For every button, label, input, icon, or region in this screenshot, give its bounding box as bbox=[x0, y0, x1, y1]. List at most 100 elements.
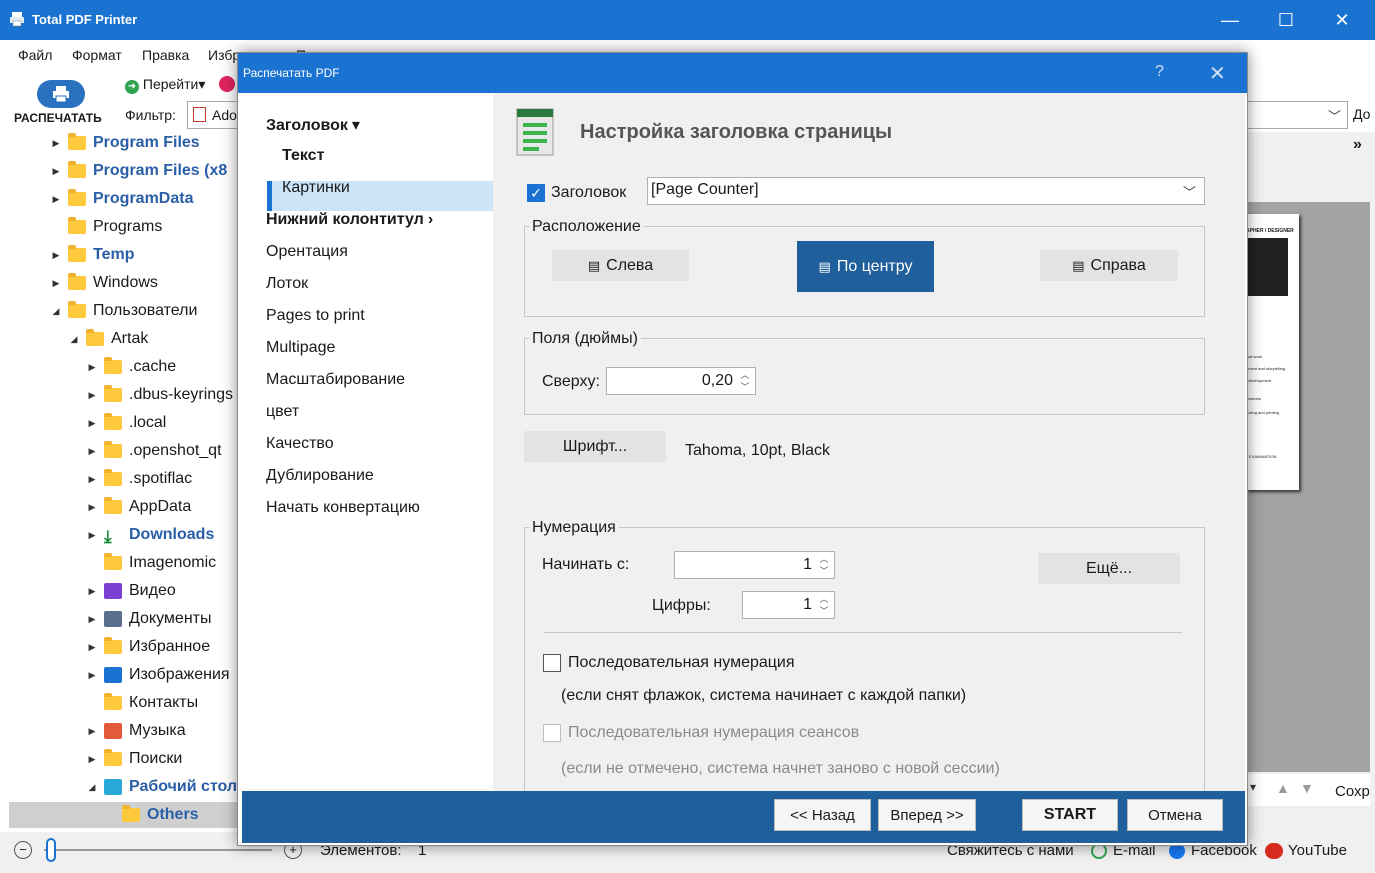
help-button[interactable]: ? bbox=[1155, 63, 1164, 81]
nav-item[interactable]: Pages to print bbox=[266, 307, 365, 325]
move-down-icon[interactable]: ▼ bbox=[1300, 780, 1314, 796]
nav-item[interactable]: Заголовок ▾ bbox=[266, 115, 360, 135]
back-button[interactable]: << Назад bbox=[774, 799, 871, 831]
right-combo[interactable]: ﹀ bbox=[1247, 101, 1348, 129]
tree-item[interactable]: ◢ Рабочий стол bbox=[0, 774, 237, 800]
expand-arrow-icon[interactable]: ▶ bbox=[86, 502, 98, 513]
zoom-out-icon[interactable]: − bbox=[14, 841, 32, 859]
nav-item[interactable]: Орентация bbox=[266, 243, 348, 261]
tree-item[interactable]: ◢ Artak bbox=[0, 326, 148, 352]
nav-item[interactable]: Масштабирование bbox=[266, 371, 405, 389]
tree-item[interactable]: ▶ Temp bbox=[0, 242, 134, 268]
align-center-button[interactable]: ▤ По центру bbox=[797, 241, 934, 292]
sequential-label[interactable]: Последовательная нумерация bbox=[568, 654, 795, 672]
expand-arrow-icon[interactable]: ▶ bbox=[86, 446, 98, 457]
more-button[interactable]: Ещё... bbox=[1038, 553, 1180, 584]
tree-item[interactable]: Programs bbox=[0, 214, 162, 240]
print-button[interactable] bbox=[37, 80, 85, 108]
align-right-button[interactable]: ▤ Справа bbox=[1040, 250, 1178, 281]
nav-item[interactable]: Multipage bbox=[266, 339, 335, 357]
expand-arrow-icon[interactable]: ▶ bbox=[86, 530, 98, 541]
expand-arrow-icon[interactable]: ▶ bbox=[86, 726, 98, 737]
start-button[interactable]: START bbox=[1022, 799, 1118, 831]
font-button[interactable]: Шрифт... bbox=[524, 431, 666, 462]
tree-item[interactable]: ▶ .dbus-keyrings bbox=[0, 382, 233, 408]
expanded-arrow-icon[interactable]: ◢ bbox=[86, 782, 98, 793]
tree-item[interactable]: ▶ .spotiflac bbox=[0, 466, 192, 492]
heart-icon[interactable] bbox=[219, 76, 235, 92]
start-from-spinner[interactable]: 1 ︿ ﹀ bbox=[674, 551, 835, 579]
nav-item[interactable]: Качество bbox=[266, 435, 334, 453]
dropdown-arrow-icon[interactable]: ▾ bbox=[1250, 780, 1256, 794]
zoom-slider-track[interactable] bbox=[44, 849, 272, 851]
expand-arrow-icon[interactable]: ▶ bbox=[86, 670, 98, 681]
menu-format[interactable]: Формат bbox=[72, 47, 122, 63]
expanded-arrow-icon[interactable]: ◢ bbox=[50, 306, 62, 317]
tree-item[interactable]: ▶ Program Files bbox=[0, 132, 200, 156]
expand-arrow-icon[interactable]: ▶ bbox=[86, 474, 98, 485]
session-checkbox[interactable] bbox=[543, 724, 561, 742]
tree-item[interactable]: Контакты bbox=[0, 690, 198, 716]
nav-item[interactable]: Начать конвертацию bbox=[266, 499, 420, 517]
top-margin-spinner[interactable]: 0,20 ︿ ﹀ bbox=[606, 367, 756, 395]
expand-arrow-icon[interactable]: ▶ bbox=[86, 418, 98, 429]
spinner-arrows-icon[interactable]: ︿ ﹀ bbox=[817, 593, 831, 617]
move-up-icon[interactable]: ▲ bbox=[1276, 780, 1290, 796]
tree-item[interactable]: ▶ Музыка bbox=[0, 718, 186, 744]
tree-item[interactable]: ▶ .cache bbox=[0, 354, 176, 380]
nav-item[interactable]: Нижний колонтитул › bbox=[266, 211, 433, 229]
expand-arrow-icon[interactable]: ▶ bbox=[86, 586, 98, 597]
expand-arrow-icon[interactable]: ▶ bbox=[86, 362, 98, 373]
minimize-button[interactable]: — bbox=[1207, 0, 1253, 40]
maximize-button[interactable]: ☐ bbox=[1263, 0, 1309, 40]
header-checkbox[interactable]: ✓ bbox=[527, 184, 545, 202]
next-button[interactable]: Вперед >> bbox=[878, 799, 976, 831]
tree-item[interactable]: ▶ ProgramData bbox=[0, 186, 193, 212]
expand-arrow-icon[interactable]: ▶ bbox=[50, 250, 62, 261]
tree-item[interactable]: ◢ Пользователи bbox=[0, 298, 197, 324]
menu-edit[interactable]: Правка bbox=[142, 47, 189, 63]
menu-file[interactable]: Файл bbox=[18, 47, 52, 63]
tree-item[interactable]: ▶ Документы bbox=[0, 606, 211, 632]
tree-item[interactable]: Others bbox=[9, 802, 240, 828]
expand-arrow-icon[interactable]: ▶ bbox=[50, 166, 62, 177]
spinner-arrows-icon[interactable]: ︿ ﹀ bbox=[738, 369, 752, 393]
tree-item[interactable]: ▶ .local bbox=[0, 410, 166, 436]
more-chevron-icon[interactable]: » bbox=[1353, 136, 1362, 154]
tree-item[interactable]: ▶ Program Files (x8 bbox=[0, 158, 227, 184]
dialog-close-icon[interactable]: ✕ bbox=[1209, 61, 1226, 86]
zoom-slider-handle[interactable] bbox=[46, 838, 56, 862]
close-button[interactable]: ✕ bbox=[1319, 0, 1365, 40]
expand-arrow-icon[interactable]: ▶ bbox=[86, 614, 98, 625]
filter-combo[interactable]: Ado bbox=[187, 101, 239, 129]
cancel-button[interactable]: Отмена bbox=[1127, 799, 1223, 831]
header-value-combo[interactable]: [Page Counter] ﹀ bbox=[647, 177, 1205, 205]
tree-item[interactable]: ▶ ⤓ Downloads bbox=[0, 522, 215, 548]
expand-arrow-icon[interactable]: ▶ bbox=[50, 138, 62, 149]
nav-item[interactable]: Картинки bbox=[282, 179, 350, 197]
tree-item[interactable]: ▶ Изображения bbox=[0, 662, 230, 688]
nav-item[interactable]: Дублирование bbox=[266, 467, 374, 485]
tree-item[interactable]: ▶ AppData bbox=[0, 494, 191, 520]
goto-button[interactable]: ➜ Перейти▾ bbox=[125, 76, 205, 94]
expanded-arrow-icon[interactable]: ◢ bbox=[68, 334, 80, 345]
nav-item[interactable]: Текст bbox=[282, 147, 324, 165]
youtube-link[interactable]: YouTube bbox=[1288, 842, 1347, 859]
spinner-arrows-icon[interactable]: ︿ ﹀ bbox=[817, 553, 831, 577]
tree-item[interactable]: ▶ .openshot_qt bbox=[0, 438, 222, 464]
tree-item[interactable]: ▶ Поиски bbox=[0, 746, 182, 772]
digits-spinner[interactable]: 1 ︿ ﹀ bbox=[742, 591, 835, 619]
expand-arrow-icon[interactable]: ▶ bbox=[50, 278, 62, 289]
menu-favorites[interactable]: Избр bbox=[208, 47, 240, 63]
nav-item[interactable]: цвет bbox=[266, 403, 299, 421]
tree-item[interactable]: ▶ Видео bbox=[0, 578, 176, 604]
expand-arrow-icon[interactable]: ▶ bbox=[86, 390, 98, 401]
expand-arrow-icon[interactable]: ▶ bbox=[50, 194, 62, 205]
nav-item[interactable]: Лоток bbox=[266, 275, 308, 293]
align-left-button[interactable]: ▤ Слева bbox=[552, 250, 689, 281]
expand-arrow-icon[interactable]: ▶ bbox=[86, 642, 98, 653]
expand-arrow-icon[interactable]: ▶ bbox=[86, 754, 98, 765]
tree-item[interactable]: ▶ Windows bbox=[0, 270, 158, 296]
tree-item[interactable]: Imagenomic bbox=[0, 550, 216, 576]
tree-item[interactable]: ▶ Избранное bbox=[0, 634, 210, 660]
